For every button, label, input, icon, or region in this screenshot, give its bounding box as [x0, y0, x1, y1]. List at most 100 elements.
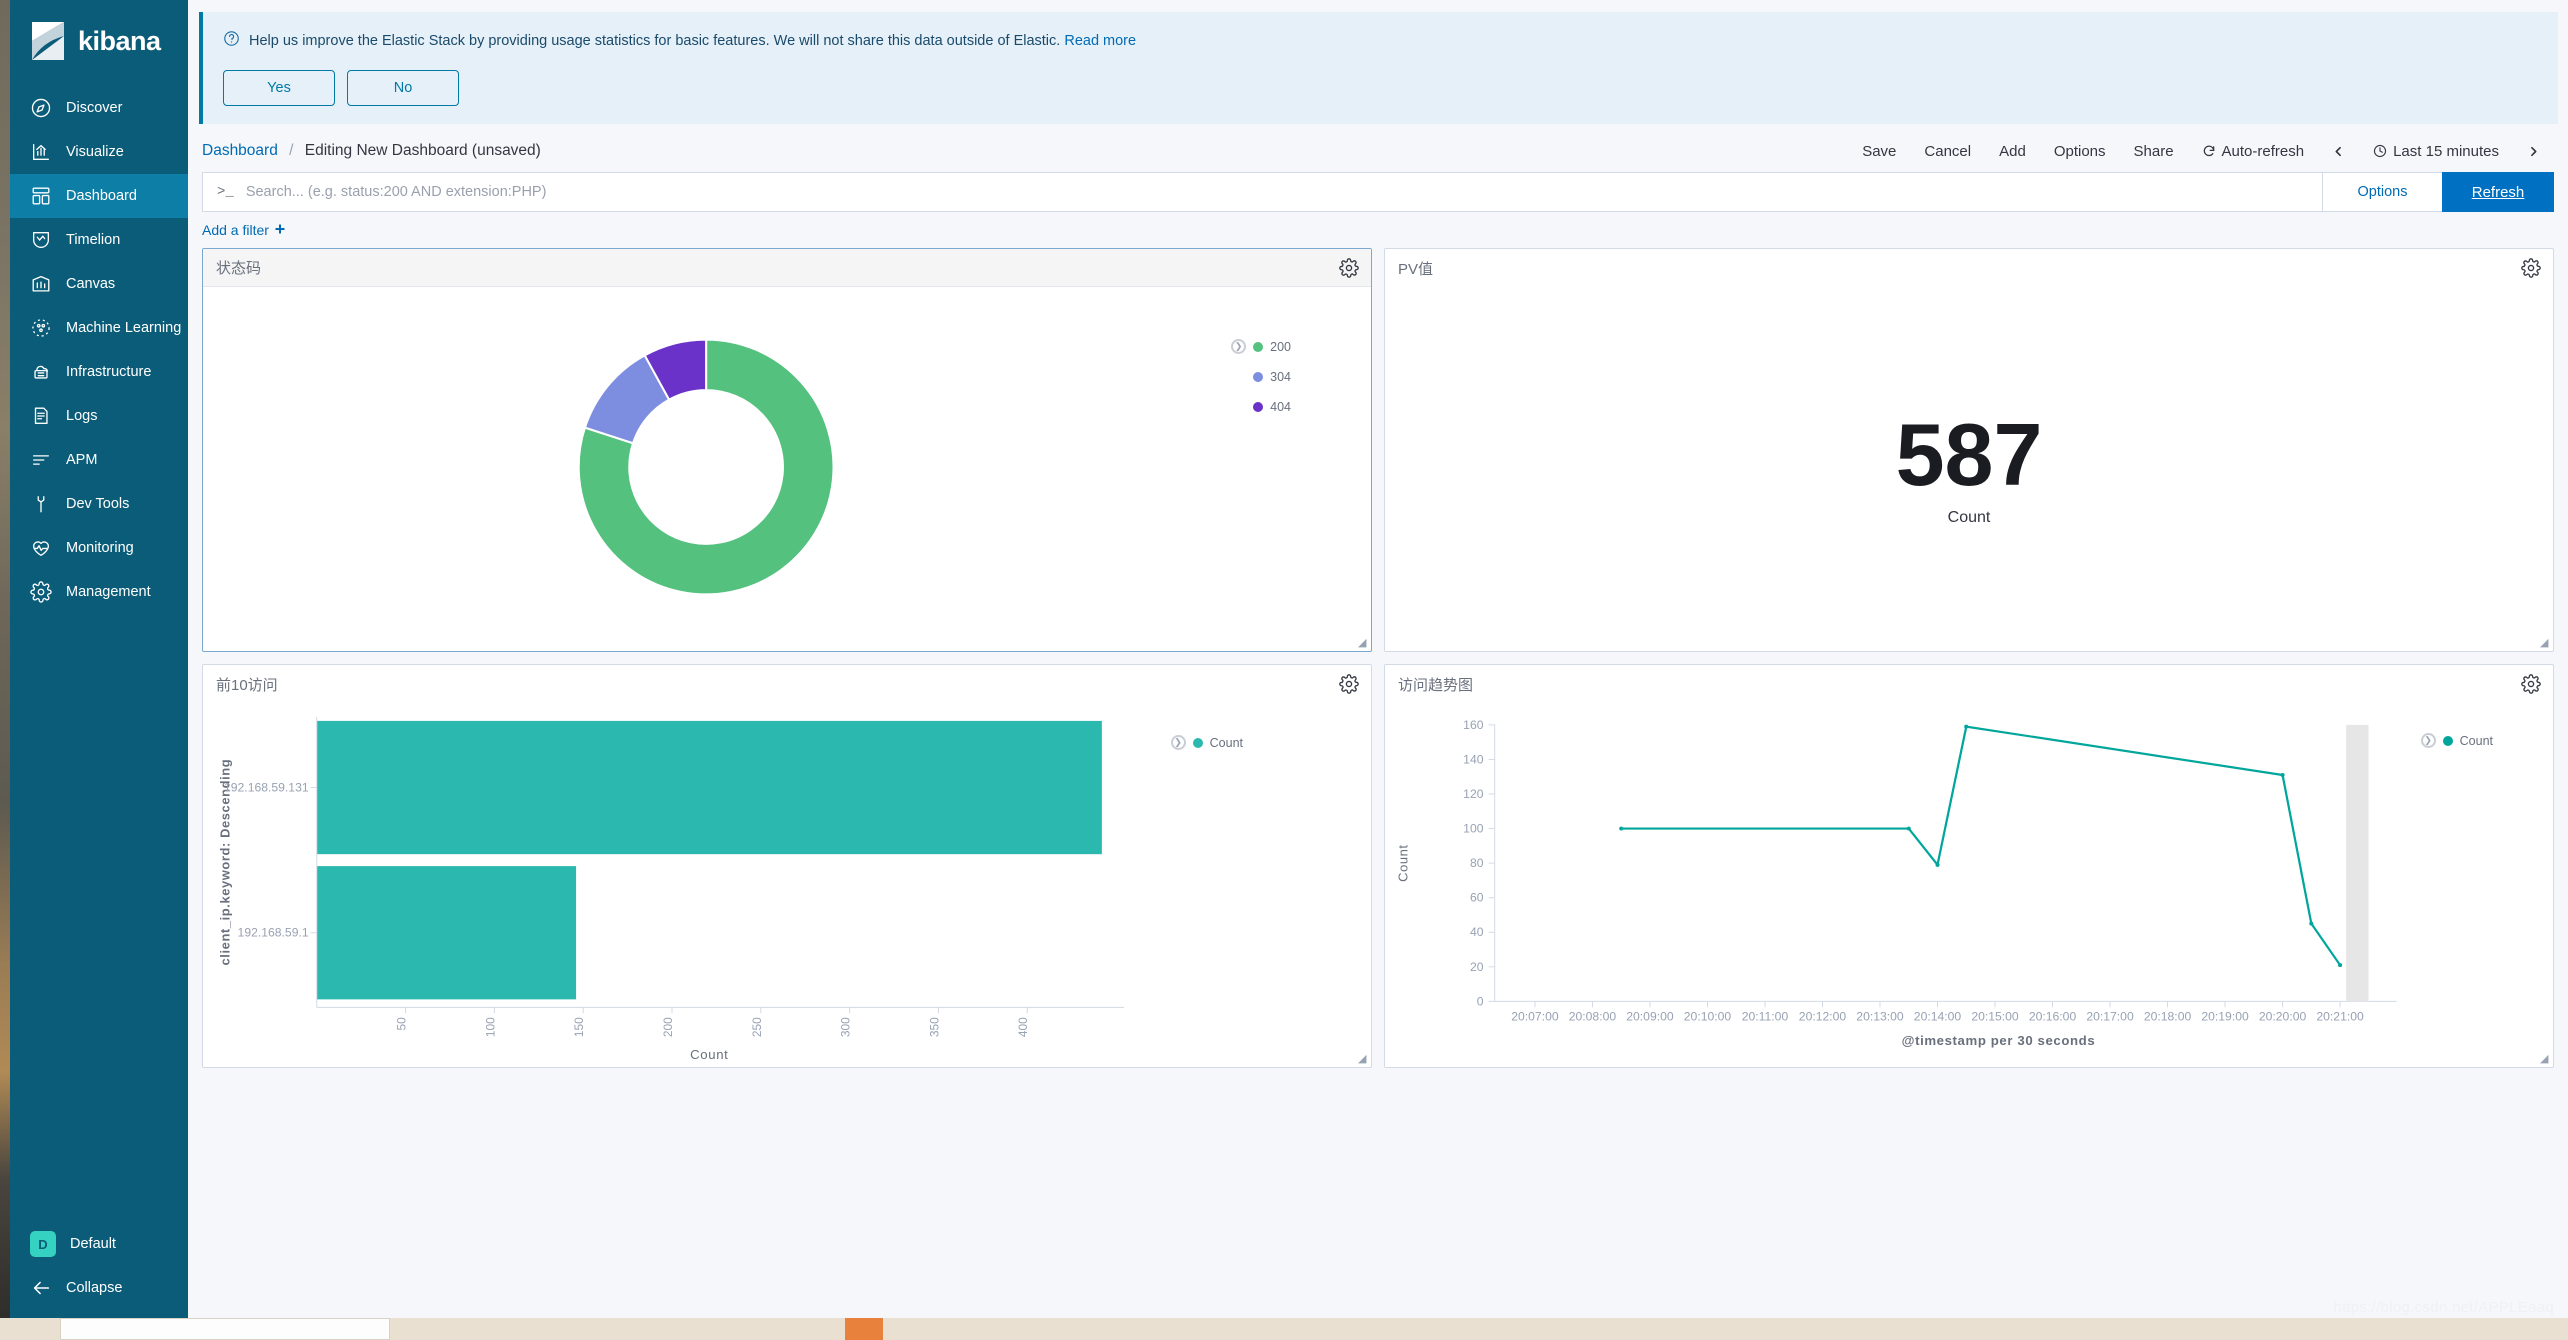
- add-button[interactable]: Add: [1985, 143, 2040, 160]
- visit-trend-line-chart[interactable]: Count 0 20 40 60 80 100 120 140 160 20:07:00 20:08:…: [1385, 703, 2553, 1067]
- chevron-right-icon[interactable]: ❯: [1170, 735, 1186, 750]
- telemetry-banner: Help us improve the Elastic Stack by pro…: [199, 12, 2558, 124]
- svg-text:20:21:00: 20:21:00: [2316, 1009, 2364, 1023]
- sidebar-item-timelion[interactable]: Timelion: [10, 218, 188, 262]
- panel-title: 状态码: [216, 260, 262, 277]
- top10-visits-bar-chart[interactable]: client_ip.keyword: Descending192.168.59.…: [203, 703, 1371, 1067]
- sidebar-item-dev-tools[interactable]: Dev Tools: [10, 482, 188, 526]
- options-button[interactable]: Options: [2040, 143, 2120, 160]
- telemetry-read-more-link[interactable]: Read more: [1064, 33, 1136, 49]
- time-next-button[interactable]: [2513, 144, 2554, 159]
- gear-icon: [30, 581, 52, 603]
- legend-item[interactable]: ❯ Count: [1170, 735, 1243, 750]
- sidebar-item-discover[interactable]: Discover: [10, 86, 188, 130]
- breadcrumb-dashboard-link[interactable]: Dashboard: [202, 142, 278, 159]
- gear-icon[interactable]: [1339, 257, 1359, 278]
- timelion-icon: [30, 229, 52, 251]
- sidebar-item-logs[interactable]: Logs: [10, 394, 188, 438]
- panel-header: 前10访问: [203, 665, 1371, 703]
- search-input[interactable]: >_ Search... (e.g. status:200 AND extens…: [202, 172, 2322, 212]
- sidebar-collapse-button[interactable]: Collapse: [10, 1266, 188, 1310]
- legend-item[interactable]: 404: [1231, 400, 1291, 414]
- kibana-logo[interactable]: kibana: [10, 0, 188, 86]
- time-prev-button[interactable]: [2318, 144, 2359, 159]
- sidebar-item-machine-learning[interactable]: Machine Learning: [10, 306, 188, 350]
- panel-resize-handle[interactable]: ◢: [1358, 1054, 1367, 1065]
- status-code-donut-chart[interactable]: [203, 287, 1371, 651]
- sidebar-item-space-default[interactable]: D Default: [10, 1222, 188, 1266]
- sidebar-item-visualize[interactable]: Visualize: [10, 130, 188, 174]
- data-point[interactable]: [1619, 826, 1624, 831]
- panel-resize-handle[interactable]: ◢: [1358, 638, 1367, 649]
- sidebar-item-label: Canvas: [66, 276, 116, 292]
- compass-icon: [30, 97, 52, 119]
- chevron-left-icon: [2332, 144, 2345, 159]
- trend-line[interactable]: [1621, 725, 2342, 966]
- panel-resize-handle[interactable]: ◢: [2540, 638, 2549, 649]
- search-input-placeholder: Search... (e.g. status:200 AND extension…: [245, 184, 547, 200]
- legend-color-swatch: [1253, 402, 1264, 412]
- svg-text:350: 350: [927, 1017, 941, 1037]
- svg-text:20: 20: [1470, 960, 1484, 974]
- legend-item[interactable]: 304: [1231, 370, 1291, 384]
- svg-text:20:13:00: 20:13:00: [1856, 1009, 1904, 1023]
- data-point[interactable]: [1906, 826, 1911, 831]
- data-point[interactable]: [2338, 963, 2343, 968]
- gear-icon[interactable]: [2521, 674, 2541, 694]
- legend-label: Count: [2459, 733, 2493, 748]
- auto-refresh-button[interactable]: Auto-refresh: [2188, 143, 2319, 160]
- gear-icon[interactable]: [1339, 674, 1359, 694]
- chevron-right-icon[interactable]: ❯: [2420, 733, 2436, 748]
- time-range-picker[interactable]: Last 15 minutes: [2359, 143, 2513, 160]
- data-point[interactable]: [1964, 724, 1969, 729]
- bar[interactable]: [316, 866, 577, 1000]
- data-point[interactable]: [2280, 773, 2285, 777]
- chevron-right-icon[interactable]: ❯: [1231, 339, 1247, 354]
- panel-status-code[interactable]: 状态码 ❯ 200 304 404 ◢: [202, 248, 1372, 652]
- donut-legend: ❯ 200 304 404: [1231, 339, 1291, 414]
- dashboard-actions: Save Cancel Add Options Share Auto-refre…: [1848, 143, 2554, 160]
- sidebar-item-label: Monitoring: [66, 540, 134, 556]
- auto-refresh-label: Auto-refresh: [2221, 142, 2305, 160]
- chevron-right-icon: [2527, 144, 2540, 159]
- save-button[interactable]: Save: [1848, 143, 1910, 160]
- sidebar-item-canvas[interactable]: Canvas: [10, 262, 188, 306]
- data-point[interactable]: [1935, 862, 1940, 867]
- query-options-button[interactable]: Options: [2322, 172, 2442, 212]
- svg-text:160: 160: [1463, 718, 1484, 732]
- panel-visit-trend[interactable]: 访问趋势图 Count 0 20 40 60 80 100 120 140 160 20:07:00…: [1384, 664, 2554, 1068]
- svg-text:20:19:00: 20:19:00: [2201, 1009, 2249, 1023]
- telemetry-no-button[interactable]: No: [347, 70, 459, 106]
- sidebar-item-label: Dashboard: [66, 188, 137, 204]
- legend-item[interactable]: ❯ 200: [1231, 339, 1291, 354]
- metric-visualization[interactable]: 587 Count: [1385, 287, 2553, 651]
- cancel-button[interactable]: Cancel: [1910, 143, 1985, 160]
- gear-icon[interactable]: [2521, 258, 2541, 278]
- sidebar-item-monitoring[interactable]: Monitoring: [10, 526, 188, 570]
- panel-title: PV值: [1398, 260, 1434, 278]
- infrastructure-icon: [30, 361, 52, 383]
- svg-text:20:17:00: 20:17:00: [2086, 1009, 2134, 1023]
- canvas-icon: [30, 273, 52, 295]
- panel-resize-handle[interactable]: ◢: [2540, 1054, 2549, 1065]
- sidebar-item-label: Visualize: [66, 144, 124, 160]
- time-range-label: Last 15 minutes: [2393, 142, 2499, 160]
- sidebar-item-infrastructure[interactable]: Infrastructure: [10, 350, 188, 394]
- data-point[interactable]: [2309, 921, 2314, 926]
- svg-text:Count: Count: [690, 1047, 728, 1062]
- share-button[interactable]: Share: [2120, 143, 2188, 160]
- legend-item[interactable]: ❯ Count: [2420, 733, 2493, 748]
- refresh-button[interactable]: Refresh: [2442, 172, 2554, 212]
- panel-pv-metric[interactable]: PV值 587 Count ◢: [1384, 248, 2554, 652]
- breadcrumb: Dashboard / Editing New Dashboard (unsav…: [202, 142, 541, 160]
- line-legend: ❯ Count: [2420, 733, 2493, 748]
- telemetry-yes-button[interactable]: Yes: [223, 70, 335, 106]
- filter-bar: Add a filter: [188, 212, 2568, 248]
- bar[interactable]: [316, 720, 1102, 855]
- sidebar-item-apm[interactable]: APM: [10, 438, 188, 482]
- panel-top10-visits[interactable]: 前10访问 client_ip.keyword: Descending 192.1…: [202, 664, 1372, 1068]
- sidebar-item-management[interactable]: Management: [10, 570, 188, 614]
- sidebar-item-dashboard[interactable]: Dashboard: [10, 174, 188, 218]
- arrow-left-icon: [30, 1277, 52, 1299]
- add-filter-button[interactable]: Add a filter: [202, 222, 286, 238]
